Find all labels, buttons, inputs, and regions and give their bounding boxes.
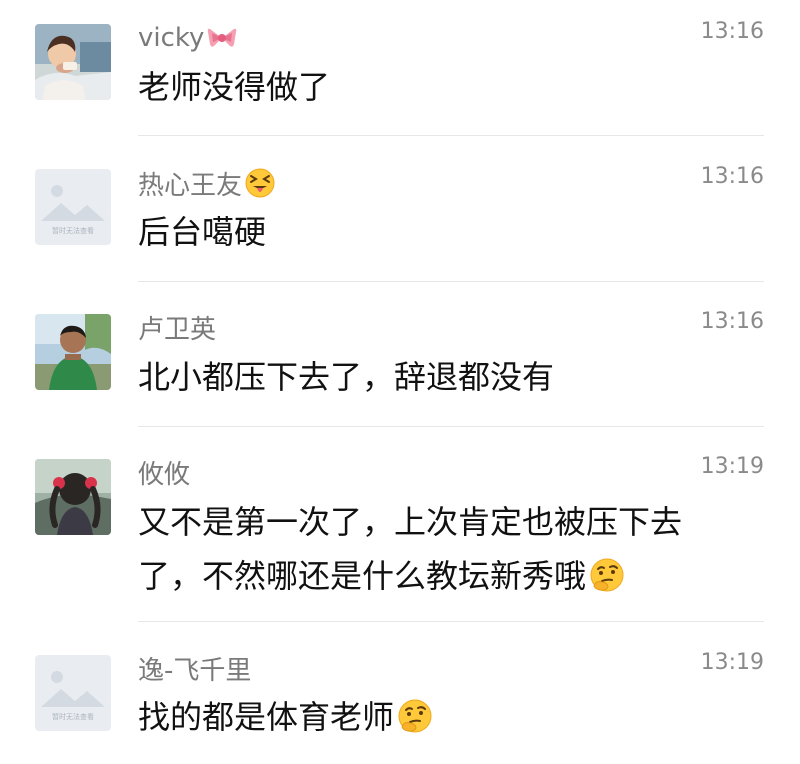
comment-text: 后台噶硬 [138, 213, 267, 251]
comment-time: 13:16 [700, 19, 764, 44]
avatar-photo [35, 24, 111, 100]
comment-time: 13:19 [700, 650, 764, 675]
comment-header: 热心王友 [138, 165, 276, 201]
divider [138, 426, 764, 427]
comment-text-fragment: 找的都是体育老师 [138, 698, 395, 736]
divider [138, 621, 764, 622]
thinking-face-icon [396, 697, 434, 735]
comment-time: 13:16 [700, 309, 764, 334]
comment-header: 攸攸 [138, 454, 190, 490]
comment-text-fragment: 了，不然哪还是什么教坛新秀哦 [138, 557, 587, 595]
username[interactable]: 逸-飞千里 [138, 650, 251, 687]
comment-header: vicky [138, 20, 238, 56]
comment-text: 又不是第一次了，上次肯定也被压下去 了，不然哪还是什么教坛新秀哦 [138, 495, 738, 603]
comment-time: 13:16 [700, 164, 764, 189]
placeholder-caption: 暂时无法查看 [52, 712, 94, 721]
avatar[interactable] [35, 459, 111, 535]
comment-header: 卢卫英 [138, 309, 216, 345]
comment-time: 13:19 [700, 454, 764, 479]
comment-header: 逸-飞千里 [138, 650, 251, 686]
divider [138, 281, 764, 282]
avatar-photo [35, 314, 111, 390]
image-placeholder-icon: 暂时无法查看 [35, 655, 111, 731]
ribbon-icon [206, 22, 238, 54]
comment-text: 找的都是体育老师 [138, 690, 738, 744]
avatar[interactable] [35, 24, 111, 100]
username[interactable]: 卢卫英 [138, 309, 216, 346]
avatar[interactable]: 暂时无法查看 [35, 169, 111, 245]
thinking-face-icon [588, 556, 626, 594]
tongue-out-icon [244, 167, 276, 199]
placeholder-caption: 暂时无法查看 [52, 226, 94, 235]
comment-text: 老师没得做了 [138, 68, 331, 106]
comment-text: 北小都压下去了，辞退都没有 [138, 358, 555, 396]
avatar[interactable]: 暂时无法查看 [35, 655, 111, 731]
image-placeholder-icon: 暂时无法查看 [35, 169, 111, 245]
comment-text-line: 了，不然哪还是什么教坛新秀哦 [138, 549, 738, 603]
avatar[interactable] [35, 314, 111, 390]
username[interactable]: 攸攸 [138, 454, 190, 491]
username[interactable]: vicky [138, 23, 204, 53]
divider [138, 135, 764, 136]
username[interactable]: 热心王友 [138, 165, 242, 202]
avatar-photo [35, 459, 111, 535]
comment-text-line: 又不是第一次了，上次肯定也被压下去 [138, 503, 683, 541]
